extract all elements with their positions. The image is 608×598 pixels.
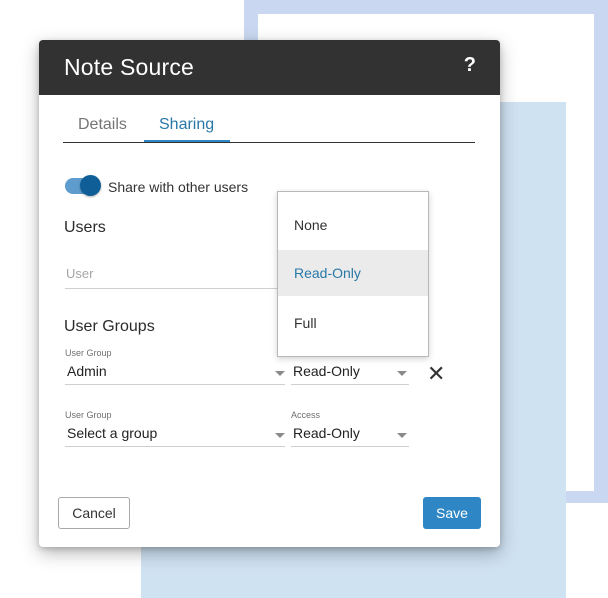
user-groups-section-title: User Groups bbox=[64, 318, 155, 335]
cancel-button[interactable]: Cancel bbox=[58, 497, 130, 529]
menu-option-label: Full bbox=[294, 315, 317, 331]
share-toggle[interactable] bbox=[65, 175, 101, 196]
user-group-select-2[interactable]: Select a group bbox=[65, 422, 285, 447]
user-input-placeholder: User bbox=[66, 266, 94, 281]
access-select-2[interactable]: Read-Only bbox=[291, 422, 409, 447]
chevron-down-icon bbox=[275, 371, 285, 376]
share-toggle-knob bbox=[80, 175, 101, 196]
menu-option-none[interactable]: None bbox=[278, 202, 428, 248]
chevron-down-icon bbox=[397, 433, 407, 438]
user-group-label: User Group bbox=[65, 410, 112, 420]
tab-details[interactable]: Details bbox=[78, 116, 127, 134]
tab-bar: Details Sharing bbox=[63, 110, 475, 143]
menu-option-full[interactable]: Full bbox=[278, 300, 428, 346]
menu-option-label: Read-Only bbox=[294, 265, 361, 281]
access-value: Read-Only bbox=[293, 425, 360, 441]
remove-group-icon[interactable]: ✕ bbox=[427, 363, 445, 385]
access-value: Read-Only bbox=[293, 363, 360, 379]
user-group-select-1[interactable]: Admin bbox=[65, 360, 285, 385]
user-group-value: Admin bbox=[67, 363, 107, 379]
user-search-input[interactable]: User bbox=[65, 262, 285, 289]
screen: Note Source ? Details Sharing Share with… bbox=[0, 0, 608, 598]
help-button[interactable]: ? bbox=[464, 54, 476, 77]
menu-option-read-only[interactable]: Read-Only bbox=[278, 250, 428, 296]
dialog-title: Note Source bbox=[64, 54, 195, 80]
users-section-title: Users bbox=[64, 219, 106, 236]
dialog-header: Note Source ? bbox=[39, 40, 500, 95]
access-select-1[interactable]: Read-Only bbox=[291, 360, 409, 385]
access-dropdown-menu: None Read-Only Full bbox=[277, 191, 429, 357]
access-label: Access bbox=[291, 410, 321, 420]
save-button[interactable]: Save bbox=[423, 497, 481, 529]
chevron-down-icon bbox=[275, 433, 285, 438]
chevron-down-icon bbox=[397, 371, 407, 376]
menu-option-label: None bbox=[294, 217, 328, 233]
active-tab-indicator bbox=[144, 140, 230, 142]
user-group-value: Select a group bbox=[67, 425, 158, 441]
note-source-dialog: Note Source ? Details Sharing Share with… bbox=[39, 40, 500, 547]
user-group-label: User Group bbox=[65, 348, 112, 358]
share-toggle-label: Share with other users bbox=[108, 179, 249, 195]
tab-sharing[interactable]: Sharing bbox=[159, 116, 214, 134]
